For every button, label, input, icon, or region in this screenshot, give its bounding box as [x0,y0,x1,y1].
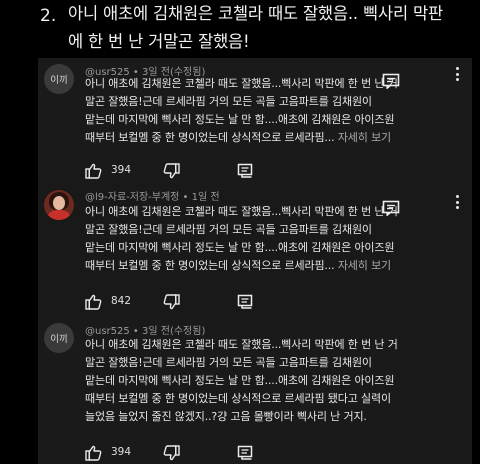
avatar[interactable] [44,190,74,220]
avatar[interactable]: 이끼 [44,64,74,94]
comment-line: 맡는데 마지막에 삑사리 정도는 날 만 함....애초에 김채원은 아이즈원 [85,374,395,387]
comment-line: 맡는데 마지막에 삑사리 정도는 날 만 함....애초에 김채원은 아이즈원 [85,113,395,126]
comment-line: 늘었음 늘었지 줄진 않겠지..?걍 고음 몰빵이라 삑사리 난 거지. [85,410,367,423]
avatar-photo-face [53,196,65,210]
dislike-button[interactable] [163,292,180,312]
like-button[interactable] [85,292,102,312]
comment-meta: @l9-자료-저장-부계정 • 1일 전 [85,192,220,203]
like-button[interactable] [85,161,102,181]
like-count: 842 [111,295,132,307]
comment-line: 때부터 보컬멤 중 한 명이었는데 상식적으로 르세라핌 됐다고 실력이 [85,392,391,405]
thumbs-up-icon [85,445,102,461]
comment-text: 아니 애초에 김채원은 코첼라 때도 잘했음...삑사리 막판에 한 번 난 거… [85,75,465,147]
comment-line: 말곤 잘했음!근데 르세라핌 거의 모든 곡들 고음파트를 김채원이 [85,356,372,369]
like-count: 394 [111,164,132,176]
comment-icon [237,445,253,460]
reply-button[interactable] [237,161,253,181]
comment-line: 말곤 잘했음!근데 르세라핌 거의 모든 곡들 고음파트를 김채원이 [85,223,372,236]
dislike-button[interactable] [163,443,180,463]
comment-actions: 394 [85,161,285,181]
thumbs-up-icon [85,294,102,310]
thumbs-up-icon [85,163,102,179]
comment-line-last: 때부터 보컬멤 중 한 명이었는데 상식적으로 르세라핌... 자세히 보기 [85,129,465,147]
read-more-link[interactable]: 자세히 보기 [338,259,391,272]
comment-line: 아니 애초에 김채원은 코첼라 때도 잘했음...삑사리 막판에 한 번 난 거 [85,338,398,351]
dislike-button[interactable] [163,161,180,181]
comment-line: 때부터 보컬멤 중 한 명이었는데 상식적으로 르세라핌... [85,131,335,144]
comment-text: 아니 애초에 김채원은 코첼라 때도 잘했음...삑사리 막판에 한 번 난 거… [85,336,465,426]
comment-line: 말곤 잘했음!근데 르세라핌 거의 모든 곡들 고음파트를 김채원이 [85,95,372,108]
reply-button[interactable] [237,292,253,312]
post-title-line-1: 아니 애초에 김채원은 코첼라 때도 잘했음.. 삑사리 막판 [68,4,443,23]
comment-line: 맡는데 마지막에 삑사리 정도는 날 만 함....애초에 김채원은 아이즈원 [85,241,395,254]
read-more-link[interactable]: 자세히 보기 [338,131,391,144]
reply-button[interactable] [237,443,253,463]
list-number: 2. [40,6,57,26]
comment-meta: @usr525 • 3일 전(수정됨) [85,326,206,337]
avatar[interactable]: 이끼 [44,323,74,353]
thumbs-down-icon [163,163,180,179]
comment-card: @l9-자료-저장-부계정 • 1일 전 아니 애초에 김채원은 코첼라 때도 … [38,183,472,319]
like-count: 394 [111,446,132,458]
comment-text: 아니 애초에 김채원은 코첼라 때도 잘했음...삑사리 막판에 한 번 난 거… [85,203,465,275]
avatar-photo-shirt [48,210,70,220]
comment-icon [237,294,253,309]
thumbs-down-icon [163,445,180,461]
comment-line-last: 때부터 보컬멤 중 한 명이었는데 상식적으로 르세라핌... 자세히 보기 [85,257,465,275]
comment-line: 아니 애초에 김채원은 코첼라 때도 잘했음...삑사리 막판에 한 번 난 거 [85,205,398,218]
comment-line: 아니 애초에 김채원은 코첼라 때도 잘했음...삑사리 막판에 한 번 난 거 [85,77,398,90]
comment-card: 이끼 @usr525 • 3일 전(수정됨) 아니 애초에 김채원은 코첼라 때… [38,58,472,183]
comment-actions: 394 [85,443,285,463]
comment-actions: 842 [85,292,285,312]
post-title-line-2: 에 한 번 난 거말곤 잘했음! [68,32,250,51]
post-title: 아니 애초에 김채원은 코첼라 때도 잘했음.. 삑사리 막판 에 한 번 난 … [68,0,468,56]
comment-line: 때부터 보컬멤 중 한 명이었는데 상식적으로 르세라핌... [85,259,335,272]
comment-card: 이끼 @usr525 • 3일 전(수정됨) 아니 애초에 김채원은 코첼라 때… [38,319,472,464]
like-button[interactable] [85,443,102,463]
post-header: 2. 아니 애초에 김채원은 코첼라 때도 잘했음.. 삑사리 막판 에 한 번… [0,0,480,58]
thumbs-down-icon [163,294,180,310]
comment-icon [237,163,253,178]
